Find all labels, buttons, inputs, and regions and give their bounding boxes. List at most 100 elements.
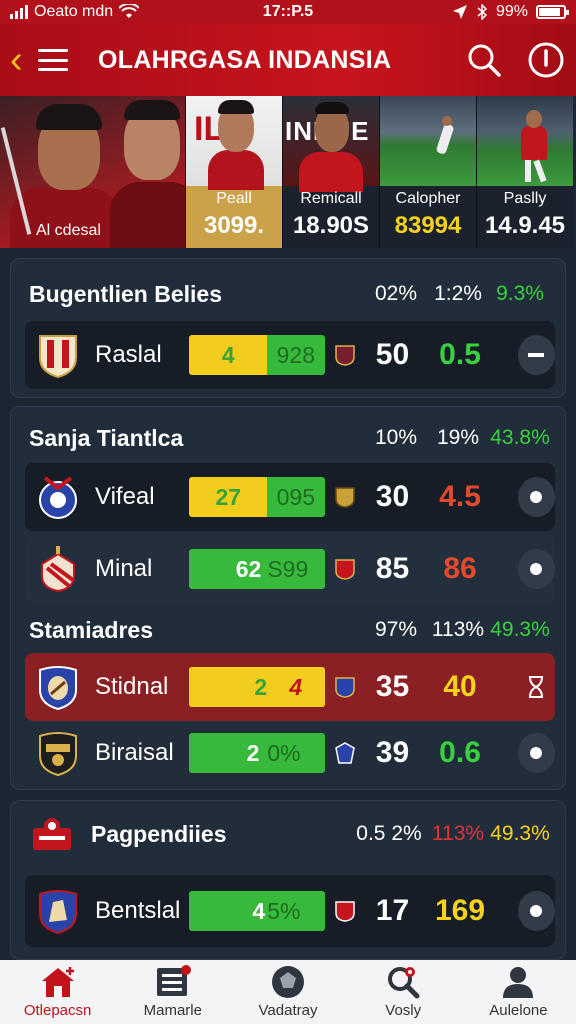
nav-label: Vosly xyxy=(385,1002,422,1019)
nav-label: Otlepacsn xyxy=(23,1002,92,1019)
hero-card-peall[interactable]: IL Peall 3099. xyxy=(185,96,282,248)
back-chevron-icon[interactable]: ‹ xyxy=(10,41,32,79)
score-bar: 62 S99 xyxy=(189,549,325,589)
stat-delta: 0.5 xyxy=(439,338,481,371)
row-action-button[interactable] xyxy=(517,477,555,517)
score-bar-a: 2 xyxy=(189,667,268,707)
search-icon xyxy=(383,964,423,1000)
stat-delta: 40 xyxy=(443,670,477,703)
score-bar-a: 62 xyxy=(189,549,268,589)
stat-value: 35 xyxy=(375,670,410,703)
team-name: Raslal xyxy=(95,341,162,368)
status-time: 17::P.5 xyxy=(262,3,314,20)
hero-card-paslly[interactable]: Paslly 14.9.45 xyxy=(476,96,573,248)
dot-icon xyxy=(530,563,543,575)
team-row-highlighted[interactable]: Stidnal 2 4 35 40 xyxy=(25,653,555,721)
hero-card-value: 18.90S xyxy=(292,212,370,239)
mini-crest-icon xyxy=(334,676,355,698)
hero-feature-image[interactable]: Al cdesal xyxy=(0,96,185,248)
section-stat: 49.3% xyxy=(490,618,550,641)
search-icon xyxy=(468,44,501,77)
score-bar: 4 928 xyxy=(189,335,325,375)
score-bar-b: 095 xyxy=(267,477,325,517)
carrier-name: Oeato mdn xyxy=(34,3,114,20)
stat-value: 50 xyxy=(375,338,410,371)
nav-label: Aulelone xyxy=(489,1002,548,1019)
battery-percent: 99% xyxy=(495,3,528,20)
search-button[interactable] xyxy=(464,40,504,80)
hero-card-label: Remicall xyxy=(300,190,362,207)
hero-card-value: 14.9.45 xyxy=(484,212,566,239)
row-action-button[interactable] xyxy=(517,335,555,375)
score-bar-a: 2 xyxy=(189,733,268,773)
minus-icon xyxy=(528,353,545,357)
stat-delta: 4.5 xyxy=(439,480,481,513)
nav-item-profile[interactable]: Aulelone xyxy=(461,960,576,1024)
team-row[interactable]: Minal 62 S99 85 86 xyxy=(25,535,555,603)
nav-item-ball[interactable]: Vadatray xyxy=(230,960,345,1024)
mini-crest-icon xyxy=(334,344,355,366)
hero-card-calopher[interactable]: Calopher 83994 xyxy=(379,96,476,248)
section-title: Stamiadres xyxy=(29,616,154,643)
team-name: Bentslal xyxy=(95,897,181,924)
signal-icon xyxy=(10,5,28,19)
score-bar: 2 0% xyxy=(189,733,325,773)
team-row[interactable]: Vifeal 27 095 30 4.5 xyxy=(25,463,555,531)
score-bar-a: 4 xyxy=(189,891,268,931)
score-bar-b: 4 xyxy=(267,667,325,707)
team-row[interactable]: Bentslal 4 5% 17 169 xyxy=(25,875,555,947)
score-bar: 2 4 xyxy=(189,667,325,707)
nav-item-list[interactable]: Mamarle xyxy=(115,960,230,1024)
status-bar: Oeato mdn 17::P.5 99% xyxy=(0,0,576,24)
team-name: Stidnal xyxy=(95,673,169,700)
score-bar: 27 095 xyxy=(189,477,325,517)
mini-crest-icon xyxy=(334,742,355,764)
row-action-button[interactable] xyxy=(517,891,555,931)
power-icon xyxy=(528,42,564,78)
ball-icon xyxy=(268,964,308,1000)
section-stat: 113% xyxy=(431,618,485,641)
profile-icon xyxy=(498,964,538,1000)
section-stat: 49.3% xyxy=(490,822,550,845)
row-action-button[interactable] xyxy=(518,667,555,707)
section-title: Bugentlien Belies xyxy=(29,280,222,307)
section-stat: 0.5 2% xyxy=(356,822,422,845)
section-title: Pagpendiies xyxy=(91,820,227,847)
nav-label: Vadatray xyxy=(258,1002,318,1019)
nav-item-search[interactable]: Vosly xyxy=(346,960,461,1024)
team-crest-icon xyxy=(37,888,79,934)
stat-delta: 169 xyxy=(435,894,486,927)
team-row[interactable]: Biraisal 2 0% 39 0.6 xyxy=(25,719,555,787)
score-bar: 4 5% xyxy=(189,891,325,931)
stat-value: 30 xyxy=(375,480,410,513)
nav-item-home[interactable]: Otlepacsn xyxy=(0,960,115,1024)
section-stat: 9.3% xyxy=(496,282,544,305)
section-stat: 43.8% xyxy=(490,426,550,449)
bottom-nav: Otlepacsn Mamarle Vadatray Vosly Aulelon… xyxy=(0,960,576,1024)
stat-delta: 86 xyxy=(443,552,477,585)
hero-card-value: 83994 xyxy=(394,212,462,239)
hero-card-remicall[interactable]: INEUE Remicall 18.90S xyxy=(282,96,379,248)
section-title: Sanja Tiantlca xyxy=(29,424,184,451)
league-section: Pagpendiies 0.5 2% 113% 49.3% Bentslal 4… xyxy=(10,800,566,960)
section-stat: 19% xyxy=(436,426,480,449)
section-stat: 02% xyxy=(374,282,418,305)
team-crest-icon xyxy=(37,730,79,776)
score-bar-b: S99 xyxy=(267,549,325,589)
power-button[interactable] xyxy=(526,40,566,80)
location-icon xyxy=(452,5,467,19)
hero-card-label: Calopher xyxy=(395,190,461,207)
section-stat: 97% xyxy=(374,618,418,641)
team-name: Vifeal xyxy=(95,483,155,510)
stat-value: 39 xyxy=(375,736,410,769)
list-icon xyxy=(153,964,193,1000)
team-crest-icon xyxy=(37,474,79,520)
battery-icon xyxy=(536,5,569,19)
team-row[interactable]: Raslal 4 928 50 0.5 xyxy=(25,321,555,389)
menu-icon[interactable] xyxy=(38,49,68,71)
row-action-button[interactable] xyxy=(517,549,555,589)
team-name: Minal xyxy=(95,555,153,582)
hero-card-value: 3099. xyxy=(203,212,265,239)
row-action-button[interactable] xyxy=(517,733,555,773)
team-crest-icon xyxy=(37,664,79,710)
